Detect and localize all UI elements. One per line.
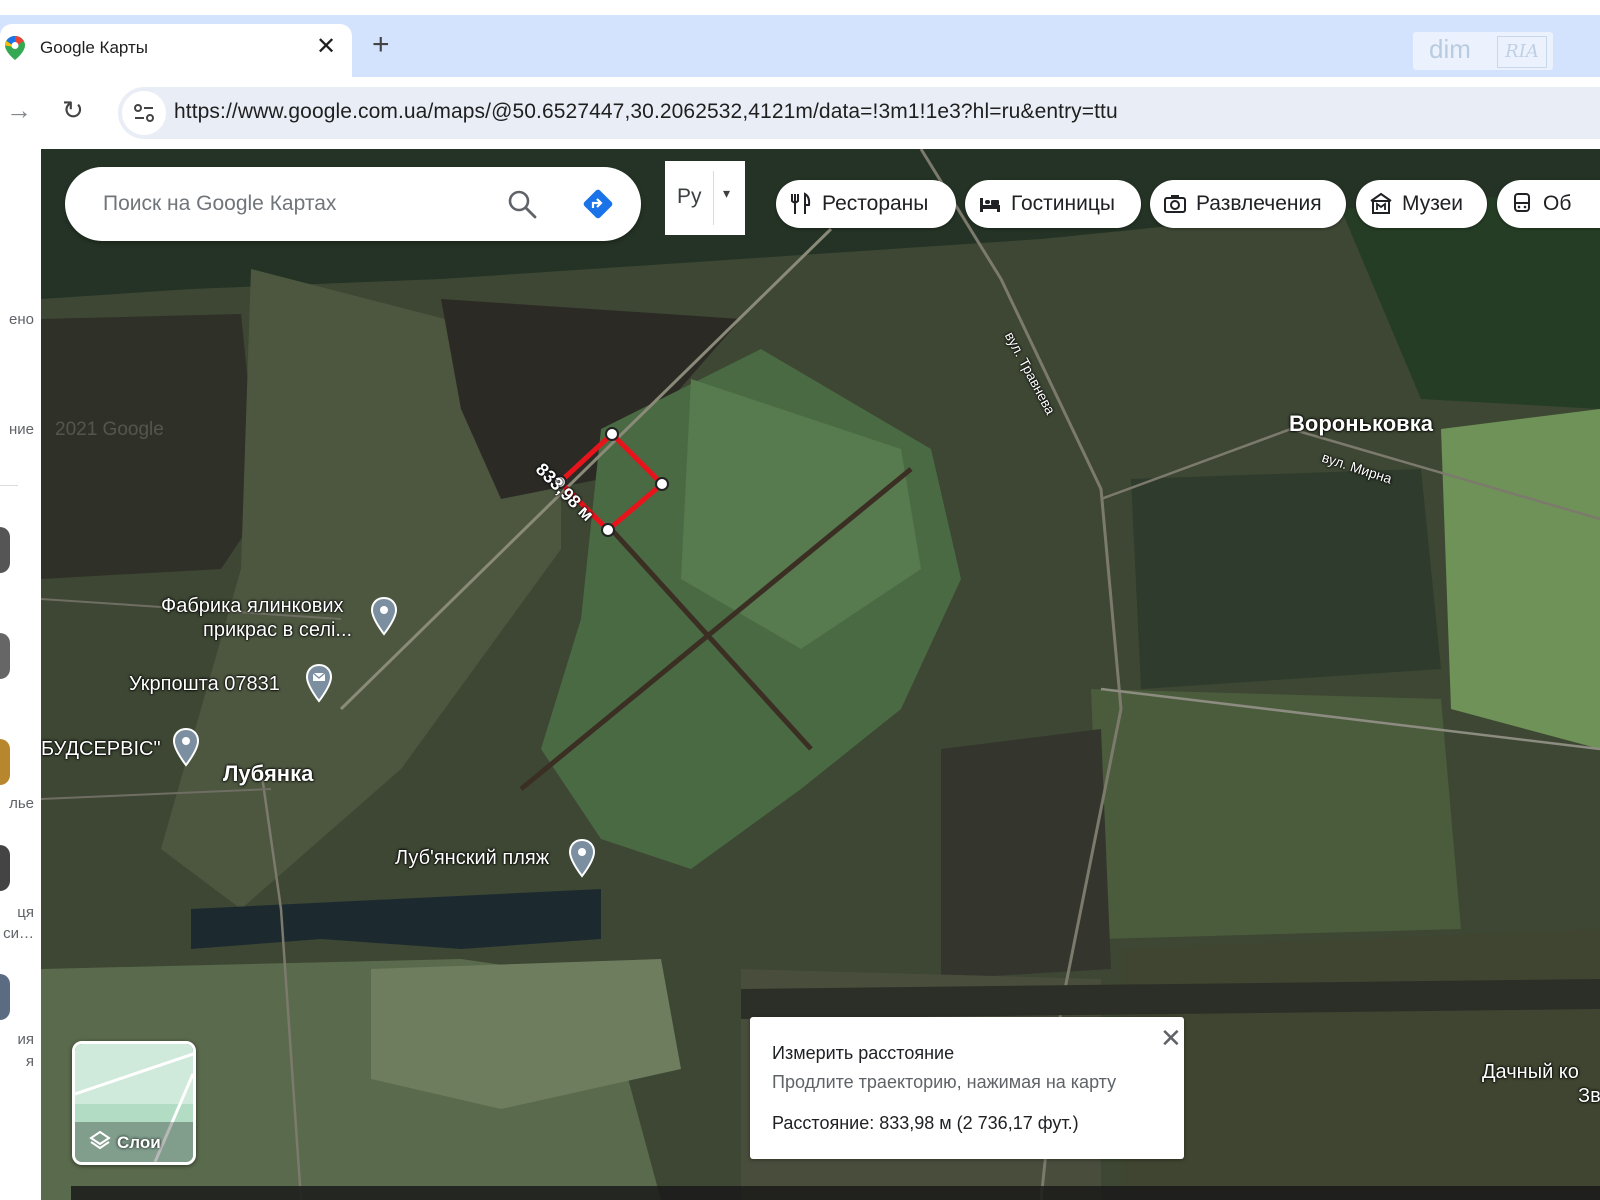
mail-pin-icon[interactable] (304, 663, 334, 705)
dim-ria-watermark: dim RIA (1413, 32, 1553, 70)
chip-label: Музеи (1402, 192, 1464, 215)
layers-icon (89, 1130, 111, 1150)
chip-hotels[interactable]: Гостиницы (965, 180, 1141, 228)
tab-close-icon[interactable]: ✕ (316, 32, 336, 61)
divider (713, 171, 714, 225)
layers-label: Слои (117, 1133, 161, 1152)
measure-title: Измерить расстояние (772, 1043, 955, 1063)
watermark-text: dim (1429, 34, 1471, 64)
side-thumbnail[interactable] (0, 974, 10, 1020)
directions-icon[interactable] (581, 187, 615, 221)
poi-pin-icon[interactable] (567, 838, 597, 880)
measure-hint: Продлите траекторию, нажимая на карту (772, 1072, 1117, 1092)
side-label: ця (17, 904, 34, 921)
url-text: https://www.google.com.ua/maps/@50.65274… (174, 100, 1118, 123)
chip-label: Рестораны (822, 192, 929, 215)
chip-entertainment[interactable]: Развлечения (1150, 180, 1346, 228)
measure-node (601, 523, 615, 537)
chip-museums[interactable]: Музеи (1356, 180, 1487, 228)
google-maps-favicon-icon (5, 36, 25, 60)
chip-transport[interactable]: Об (1497, 180, 1600, 228)
side-thumbnail[interactable] (0, 845, 10, 891)
museum-icon (1370, 192, 1392, 214)
satellite-map[interactable]: 2021 Google 833,98 м Поиск на Google Кар… (41, 149, 1600, 1200)
poi-label[interactable]: Луб'янский пляж (395, 847, 549, 870)
forward-button[interactable]: → (6, 95, 32, 126)
measure-distance-card: Измерить расстояние Продлите траекторию,… (750, 1017, 1184, 1159)
bed-icon (980, 198, 1000, 212)
measure-distance: Расстояние: 833,98 м (2 736,17 фут.) (772, 1113, 1079, 1133)
side-label: лье (9, 795, 34, 812)
close-icon[interactable]: ✕ (1160, 1023, 1182, 1054)
village-label: Вороньковка (1289, 411, 1433, 436)
poi-label[interactable]: Фабрика ялинкових (161, 595, 344, 618)
tune-icon (134, 104, 154, 122)
camera-icon (1164, 195, 1186, 213)
new-tab-button[interactable]: + (372, 28, 390, 62)
side-label: ние (8, 421, 34, 438)
chip-restaurants[interactable]: Рестораны (776, 180, 956, 228)
browser-tab[interactable]: Google Карты ✕ (0, 24, 352, 77)
layers-button[interactable]: Слои (72, 1041, 196, 1165)
side-thumbnail[interactable] (0, 633, 10, 679)
divider (0, 485, 18, 486)
search-icon[interactable] (505, 187, 539, 221)
chip-label: Об (1543, 192, 1572, 215)
browser-toolbar: → ↻ https://www.google.com.ua/maps/@50.6… (0, 77, 1600, 149)
poi-label[interactable]: Дачный ко (1482, 1061, 1579, 1084)
poi-label[interactable]: прикрас в селі... (203, 619, 352, 642)
measure-node (605, 427, 619, 441)
poi-label[interactable]: БУДСЕРВІС" (41, 738, 161, 761)
train-icon (1514, 193, 1530, 212)
map-footer-strip (71, 1186, 1600, 1200)
side-panel: ено ние лье ця си… ия я (0, 149, 42, 1200)
poi-label[interactable]: Укрпошта 07831 (129, 673, 280, 696)
site-info-button[interactable] (122, 91, 166, 135)
poi-pin-icon[interactable] (171, 727, 201, 769)
side-label: си… (3, 925, 34, 942)
poi-label[interactable]: Зв (1578, 1085, 1600, 1108)
browser-tab-strip: Google Карты ✕ + dim RIA (0, 15, 1600, 77)
chip-label: Развлечения (1196, 192, 1322, 215)
village-label: Лубянка (223, 761, 314, 786)
imagery-copyright: 2021 Google (55, 419, 164, 440)
search-input[interactable]: Поиск на Google Картах (103, 192, 336, 216)
fork-knife-icon (791, 192, 811, 214)
search-box[interactable]: Поиск на Google Картах (65, 167, 641, 241)
side-thumbnail[interactable] (0, 527, 10, 573)
reload-button[interactable]: ↻ (62, 95, 84, 126)
side-label: ия (17, 1031, 34, 1048)
side-label: ено (9, 311, 34, 328)
watermark-badge: RIA (1497, 36, 1547, 68)
side-thumbnail[interactable] (0, 739, 10, 785)
address-bar[interactable]: https://www.google.com.ua/maps/@50.65274… (118, 87, 1600, 139)
language-label: Ру (677, 185, 702, 208)
poi-pin-icon[interactable] (369, 596, 399, 638)
chip-label: Гостиницы (1011, 192, 1115, 215)
measure-node (655, 477, 669, 491)
chevron-down-icon[interactable]: ▾ (723, 185, 730, 202)
side-label: я (25, 1053, 34, 1070)
tab-title: Google Карты (40, 38, 148, 57)
language-selector[interactable]: Ру ▾ (665, 161, 745, 235)
